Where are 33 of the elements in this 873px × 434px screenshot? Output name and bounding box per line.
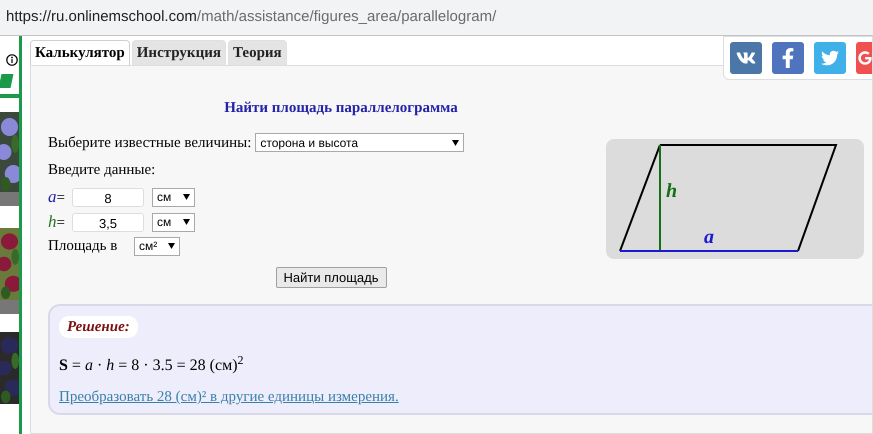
address-bar[interactable]: https://ru.onlinemschool.com/math/assistance/figures_area/parallelogram/ xyxy=(0,0,873,36)
area-label: Площадь в xyxy=(48,236,118,256)
caption-bar xyxy=(0,192,19,206)
known-select[interactable]: сторона и высота xyxy=(255,133,464,152)
facebook-icon[interactable] xyxy=(772,42,804,74)
value-field[interactable]: 3,5 xyxy=(72,212,144,232)
tab[interactable]: Калькулятор xyxy=(30,40,130,65)
twitter-icon[interactable] xyxy=(814,42,846,74)
variable-label: h= xyxy=(48,211,66,234)
variable-label: a= xyxy=(48,186,66,208)
unit-select[interactable]: см² xyxy=(134,236,180,256)
find-area-button[interactable]: Найти площадь xyxy=(276,266,386,288)
info-icon[interactable] xyxy=(6,54,18,66)
solution-heading: Решение: xyxy=(59,316,138,338)
google-icon[interactable] xyxy=(856,42,872,74)
caret-icon xyxy=(168,243,175,249)
caption-bar xyxy=(0,300,19,314)
known-label: Выберите известные величины: xyxy=(48,134,252,152)
unit-select[interactable]: см xyxy=(152,188,195,206)
convert-link[interactable]: Преобразовать 28 (см)² в другие единицы измерения. xyxy=(59,386,399,408)
caret-icon xyxy=(183,194,190,200)
formula: S = a · h = 8 · 3.5 = 28 (см)$^{2}$ xyxy=(59,354,244,376)
height-label: h xyxy=(666,180,678,202)
caret-icon xyxy=(183,219,190,225)
caret-icon xyxy=(452,140,460,146)
tab[interactable]: Инструкция xyxy=(132,40,226,65)
vk-icon[interactable] xyxy=(730,42,762,74)
value-field[interactable]: 8 xyxy=(72,188,144,206)
unit-select[interactable]: см xyxy=(152,212,195,232)
calculator-title: Найти площадь параллелограмма xyxy=(223,99,459,118)
enter-label: Введите данные: xyxy=(48,161,156,180)
tab[interactable]: Теория xyxy=(228,40,287,65)
base-label: a xyxy=(704,226,714,248)
